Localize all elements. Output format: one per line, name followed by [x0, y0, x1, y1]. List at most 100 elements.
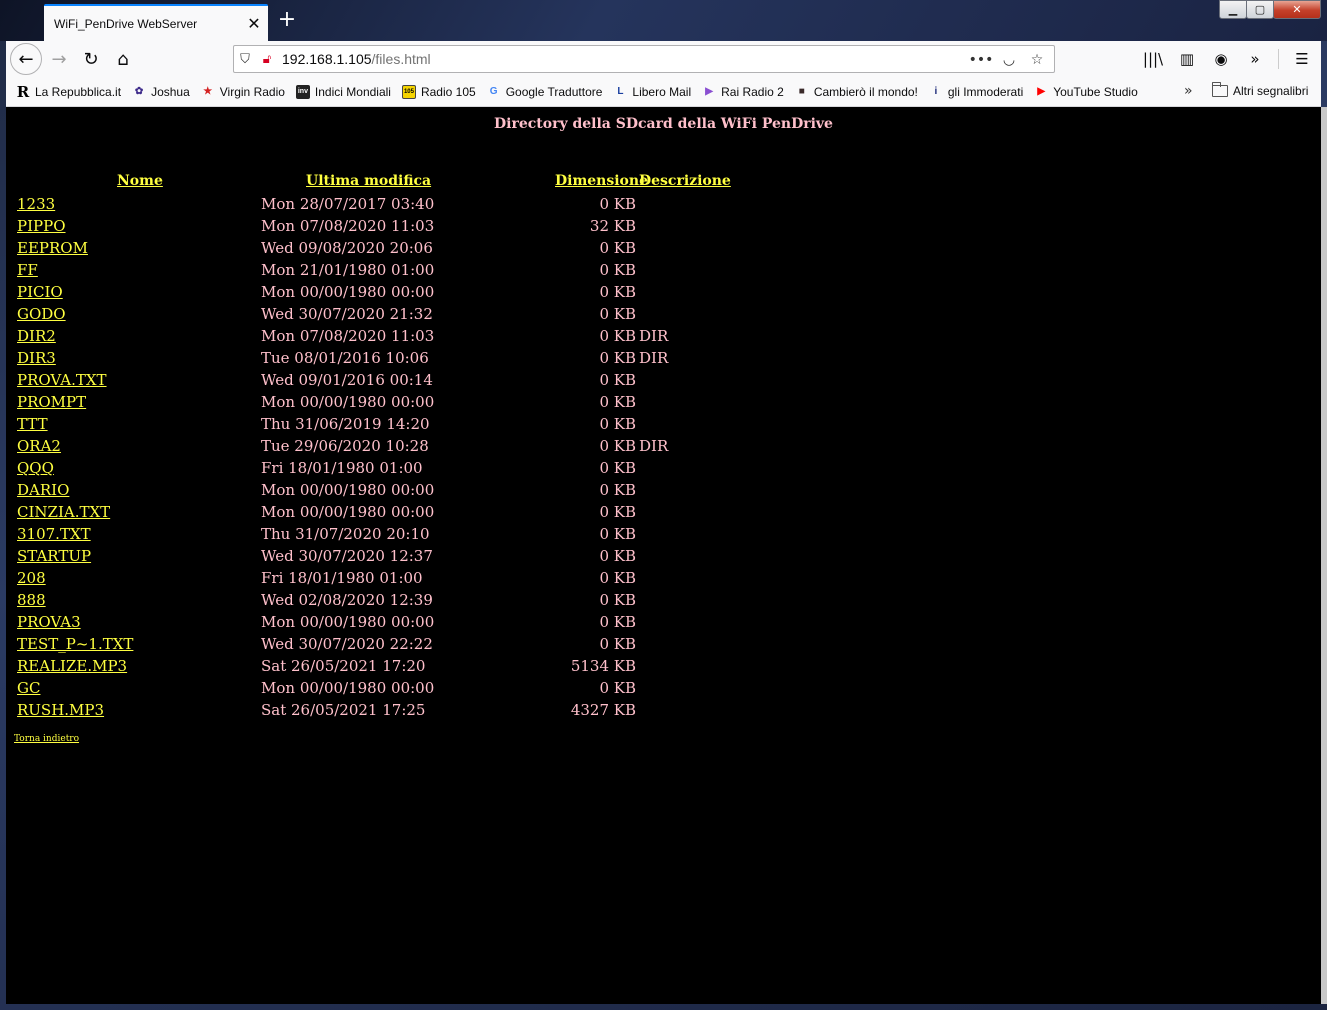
shield-icon[interactable]: ⛉ [234, 48, 256, 70]
maximize-button[interactable]: ▢ [1246, 0, 1274, 19]
minimize-button[interactable]: ▁ [1219, 0, 1247, 19]
column-header-modified[interactable]: Ultima modifica [306, 173, 431, 189]
file-name-link[interactable]: STARTUP [17, 547, 91, 565]
file-name-link[interactable]: RUSH.MP3 [17, 701, 104, 719]
account-icon[interactable]: ◉ [1206, 44, 1236, 74]
bookmark-star-icon[interactable]: ☆ [1026, 49, 1048, 71]
table-row: 3107.TXT Thu 31/07/2020 20:10 0 KB [6, 525, 806, 547]
page-content: Directory della SDcard della WiFi PenDri… [6, 107, 1321, 1004]
pocket-icon[interactable]: ◡ [998, 49, 1020, 71]
file-name-link[interactable]: 208 [17, 569, 46, 587]
file-modified-date: Mon 00/00/1980 00:00 [261, 283, 435, 301]
file-modified-date: Wed 30/07/2020 21:32 [261, 305, 433, 323]
folder-icon [1212, 82, 1228, 97]
file-size: 0 KB [599, 547, 636, 565]
file-name-link[interactable]: 3107.TXT [17, 525, 91, 543]
file-name-link[interactable]: REALIZE.MP3 [17, 657, 127, 675]
library-icon[interactable]: |||\ [1138, 44, 1168, 74]
file-name-link[interactable]: CINZIA.TXT [17, 503, 110, 521]
file-name-link[interactable]: DARIO [17, 481, 69, 499]
file-modified-date: Mon 21/01/1980 01:00 [261, 261, 435, 279]
file-modified-date: Mon 00/00/1980 00:00 [261, 613, 435, 631]
file-size: 0 KB [599, 371, 636, 389]
new-tab-icon[interactable]: + [274, 8, 300, 34]
bookmarks-overflow-chevron-icon[interactable]: » [1184, 83, 1193, 99]
file-name-link[interactable]: FF [17, 261, 38, 279]
file-name-link[interactable]: PROVA.TXT [17, 371, 107, 389]
table-row: PIPPO Mon 07/08/2020 11:03 32 KB [6, 217, 806, 239]
table-row: 208 Fri 18/01/1980 01:00 0 KB [6, 569, 806, 591]
file-description: DIR [639, 327, 669, 345]
menu-icon[interactable]: ☰ [1287, 44, 1317, 74]
bookmark-item[interactable]: ✿ Joshua [132, 85, 190, 99]
bookmark-item[interactable]: G Google Traduttore [487, 85, 603, 99]
close-window-button[interactable]: ✕ [1273, 0, 1321, 19]
column-header-name[interactable]: Nome [117, 173, 163, 189]
table-row: GODO Wed 30/07/2020 21:32 0 KB [6, 305, 806, 327]
bookmark-item[interactable]: ★ Virgin Radio [201, 85, 285, 99]
table-row: STARTUP Wed 30/07/2020 12:37 0 KB [6, 547, 806, 569]
url-bar[interactable]: ⛉ 🔓︎ 192.168.1.105 /files.html ••• ◡ ☆ [233, 45, 1055, 73]
back-arrow-icon[interactable]: ← [10, 43, 42, 75]
file-size: 0 KB [599, 569, 636, 587]
file-name-link[interactable]: DIR2 [17, 327, 56, 345]
bookmark-item[interactable]: i gli Immoderati [929, 85, 1023, 99]
forward-arrow-icon[interactable]: → [44, 44, 74, 74]
bookmarks-bar: R La Repubblica.it ✿ Joshua ★ Virgin Radio inv… [6, 77, 1321, 107]
file-name-link[interactable]: EEPROM [17, 239, 88, 257]
close-tab-icon[interactable]: ✕ [242, 12, 266, 36]
bookmark-item[interactable]: 105 Radio 105 [401, 84, 476, 99]
table-header: Nome Ultima modifica Dimensione Descrizi… [6, 173, 806, 195]
sidebar-icon[interactable]: ▥ [1172, 44, 1202, 74]
bookmark-favicon-icon: G [489, 86, 498, 97]
file-name-link[interactable]: GODO [17, 305, 66, 323]
back-link[interactable]: Torna indietro [14, 734, 79, 744]
file-modified-date: Sat 26/05/2021 17:25 [261, 701, 426, 719]
file-name-link[interactable]: DIR3 [17, 349, 56, 367]
table-row: EEPROM Wed 09/08/2020 20:06 0 KB [6, 239, 806, 261]
file-name-link[interactable]: PROVA3 [17, 613, 81, 631]
file-name-link[interactable]: PICIO [17, 283, 63, 301]
table-row: 1233 Mon 28/07/2017 03:40 0 KB [6, 195, 806, 217]
table-row: REALIZE.MP3 Sat 26/05/2021 17:20 5134 KB [6, 657, 806, 679]
bookmark-item[interactable]: ▶ YouTube Studio [1034, 85, 1137, 99]
file-size: 0 KB [599, 503, 636, 521]
table-row: DIR2 Mon 07/08/2020 11:03 0 KB DIR [6, 327, 806, 349]
file-name-link[interactable]: QQQ [17, 459, 54, 477]
file-name-link[interactable]: TTT [17, 415, 48, 433]
bookmark-item[interactable]: R La Repubblica.it [16, 83, 121, 101]
bookmark-item[interactable]: L Libero Mail [613, 85, 691, 99]
file-size: 0 KB [599, 327, 636, 345]
file-modified-date: Mon 00/00/1980 00:00 [261, 503, 435, 521]
file-name-link[interactable]: TEST_P~1.TXT [17, 635, 133, 653]
page-actions-icon[interactable]: ••• [969, 49, 994, 71]
url-host: 192.168.1.105 [282, 51, 372, 67]
bookmark-favicon-icon: i [934, 86, 938, 97]
file-name-link[interactable]: 888 [17, 591, 46, 609]
column-header-description[interactable]: Descrizione [639, 173, 731, 189]
bookmark-item[interactable]: inv Indici Mondiali [295, 84, 391, 99]
file-name-link[interactable]: PIPPO [17, 217, 66, 235]
file-name-link[interactable]: GC [17, 679, 40, 697]
other-bookmarks-folder[interactable]: Altri segnalibri [1212, 82, 1308, 98]
file-name-link[interactable]: 1233 [17, 195, 55, 213]
file-name-link[interactable]: ORA2 [17, 437, 61, 455]
browser-tab[interactable]: WiFi_PenDrive WebServer ✕ [44, 4, 268, 41]
url-path: /files.html [371, 51, 431, 67]
bookmark-item[interactable]: ▶ Rai Radio 2 [702, 85, 784, 99]
column-header-size[interactable]: Dimensione [555, 173, 648, 189]
home-icon[interactable]: ⌂ [108, 44, 138, 74]
file-size: 0 KB [599, 459, 636, 477]
file-size: 0 KB [599, 349, 636, 367]
bookmark-favicon-icon: inv [295, 84, 310, 99]
file-name-link[interactable]: PROMPT [17, 393, 86, 411]
insecure-lock-icon[interactable]: 🔓︎ [256, 48, 278, 70]
reload-icon[interactable]: ↻ [76, 44, 106, 74]
file-description: DIR [639, 349, 669, 367]
file-modified-date: Fri 18/01/1980 01:00 [261, 569, 423, 587]
bookmark-item[interactable]: ■ Cambierò il mondo! [795, 85, 918, 99]
file-modified-date: Thu 31/07/2020 20:10 [261, 525, 430, 543]
file-modified-date: Mon 00/00/1980 00:00 [261, 393, 435, 411]
overflow-chevron-icon[interactable]: » [1240, 44, 1270, 74]
bookmark-label: Indici Mondiali [314, 84, 391, 99]
